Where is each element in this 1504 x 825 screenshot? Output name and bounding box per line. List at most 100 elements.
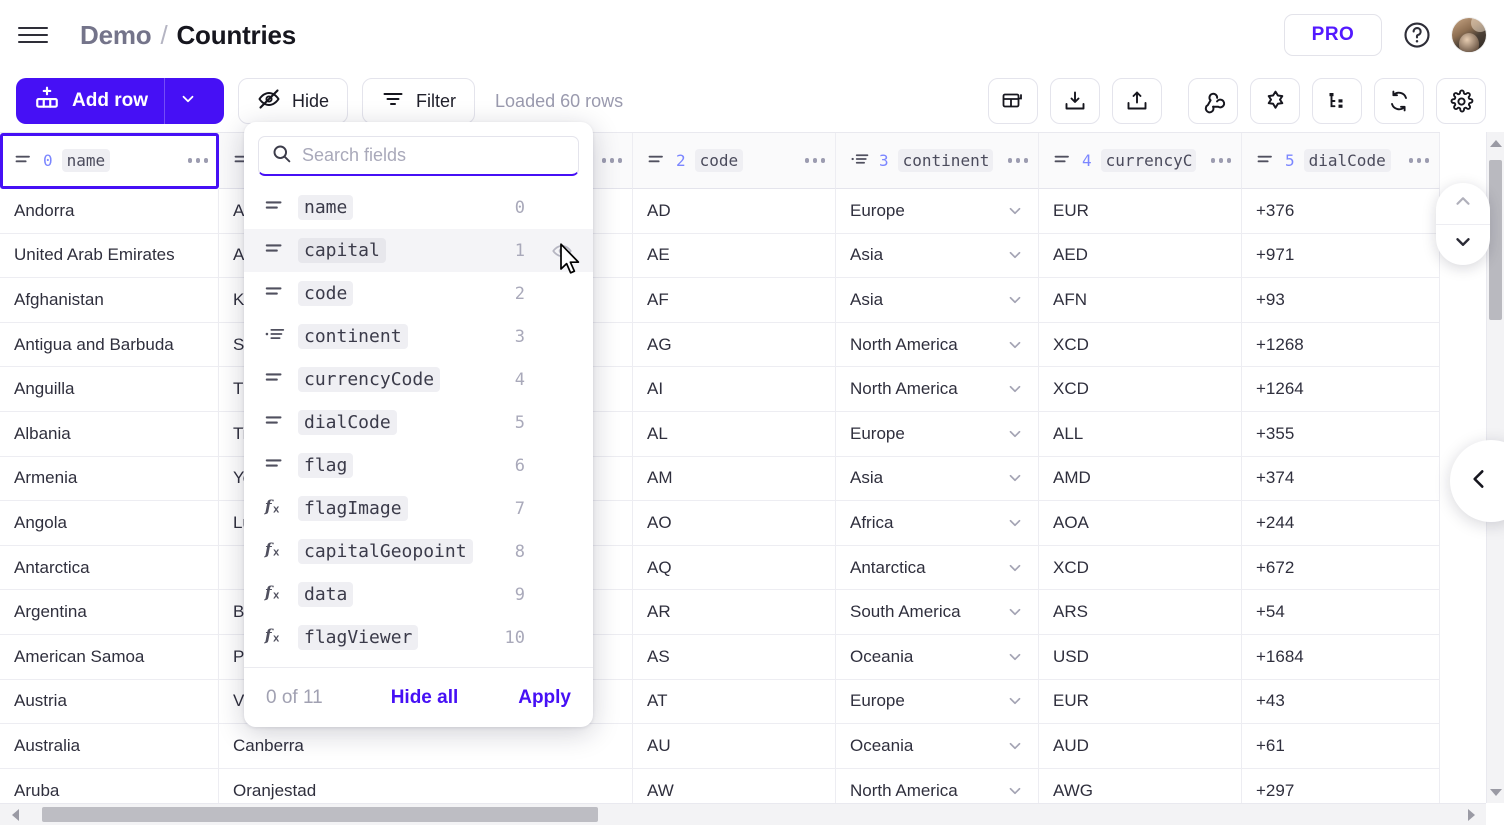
- apply-button[interactable]: Apply: [518, 687, 571, 709]
- cell-code[interactable]: AU: [633, 724, 836, 769]
- chevron-down-icon[interactable]: [1006, 246, 1024, 264]
- toggle-visibility-eye-icon[interactable]: [549, 240, 575, 262]
- table-layout-icon[interactable]: [988, 78, 1038, 124]
- search-fields-box[interactable]: [258, 136, 579, 176]
- field-item-dialcode[interactable]: dialCode5: [244, 401, 593, 444]
- cell-dialCode[interactable]: +672: [1242, 546, 1440, 591]
- cell-dialCode[interactable]: +1268: [1242, 323, 1440, 368]
- table-row[interactable]: American SamoaPago PagoASOceaniaUSD+1684: [0, 635, 1440, 680]
- chevron-down-icon[interactable]: [1006, 692, 1024, 710]
- hide-all-button[interactable]: Hide all: [391, 687, 459, 709]
- field-item-currencycode[interactable]: currencyCode4: [244, 358, 593, 401]
- cell-name[interactable]: Angola: [0, 501, 219, 546]
- cell-code[interactable]: AE: [633, 234, 836, 279]
- webhook-icon[interactable]: [1188, 78, 1238, 124]
- cell-name[interactable]: Armenia: [0, 457, 219, 502]
- gear-settings-icon[interactable]: [1436, 78, 1486, 124]
- column-menu-icon[interactable]: [182, 158, 209, 163]
- cell-continent[interactable]: South America: [836, 590, 1039, 635]
- cell-code[interactable]: AT: [633, 680, 836, 725]
- chevron-down-icon[interactable]: [1006, 559, 1024, 577]
- search-fields-input[interactable]: [302, 145, 566, 166]
- cell-currencyCode[interactable]: USD: [1039, 635, 1242, 680]
- scrollbar-left-arrow-icon[interactable]: [4, 804, 26, 825]
- cell-continent[interactable]: Europe: [836, 680, 1039, 725]
- cell-name[interactable]: Australia: [0, 724, 219, 769]
- cell-dialCode[interactable]: +374: [1242, 457, 1440, 502]
- table-row[interactable]: AustriaViennaATEuropeEUR+43: [0, 680, 1440, 725]
- cell-code[interactable]: AO: [633, 501, 836, 546]
- cell-code[interactable]: AL: [633, 412, 836, 457]
- add-row-button[interactable]: Add row: [16, 78, 224, 124]
- pro-button[interactable]: PRO: [1284, 14, 1382, 56]
- chevron-down-icon[interactable]: [1006, 380, 1024, 398]
- cell-continent[interactable]: Europe: [836, 412, 1039, 457]
- upload-share-icon[interactable]: [1112, 78, 1162, 124]
- cell-continent[interactable]: Europe: [836, 189, 1039, 234]
- cell-dialCode[interactable]: +61: [1242, 724, 1440, 769]
- cell-continent[interactable]: Asia: [836, 278, 1039, 323]
- hamburger-menu-icon[interactable]: [16, 18, 50, 52]
- cell-name[interactable]: Argentina: [0, 590, 219, 635]
- cell-code[interactable]: AR: [633, 590, 836, 635]
- scrollbar-down-arrow-icon[interactable]: [1487, 781, 1504, 803]
- column-header-continent[interactable]: 3continent: [836, 133, 1039, 189]
- horizontal-scrollbar[interactable]: [0, 803, 1486, 825]
- cell-code[interactable]: AI: [633, 367, 836, 412]
- cell-dialCode[interactable]: +93: [1242, 278, 1440, 323]
- cell-name[interactable]: Anguilla: [0, 367, 219, 412]
- cell-currencyCode[interactable]: AUD: [1039, 724, 1242, 769]
- cell-currencyCode[interactable]: EUR: [1039, 680, 1242, 725]
- cell-dialCode[interactable]: +54: [1242, 590, 1440, 635]
- cell-currencyCode[interactable]: XCD: [1039, 323, 1242, 368]
- table-row[interactable]: ArgentinaBuenos AiresARSouth AmericaARS+…: [0, 590, 1440, 635]
- field-item-name[interactable]: name0: [244, 186, 593, 229]
- sync-refresh-icon[interactable]: [1374, 78, 1424, 124]
- cell-dialCode[interactable]: +355: [1242, 412, 1440, 457]
- cell-name[interactable]: Antarctica: [0, 546, 219, 591]
- table-row[interactable]: United Arab EmiratesAbu DhabiAEAsiaAED+9…: [0, 234, 1440, 279]
- horizontal-scrollbar-thumb[interactable]: [42, 807, 598, 822]
- field-item-capitalgeopoint[interactable]: fxcapitalGeopoint8: [244, 530, 593, 573]
- cell-name[interactable]: Albania: [0, 412, 219, 457]
- column-menu-icon[interactable]: [799, 158, 826, 163]
- cell-continent[interactable]: Asia: [836, 234, 1039, 279]
- cell-capital[interactable]: Canberra: [219, 724, 633, 769]
- table-row[interactable]: AndorraAndorra la VellaADEuropeEUR+376: [0, 189, 1440, 234]
- hierarchy-tree-icon[interactable]: [1312, 78, 1362, 124]
- filter-button[interactable]: Filter: [362, 78, 475, 124]
- scrollbar-up-arrow-icon[interactable]: [1487, 132, 1504, 154]
- cell-continent[interactable]: Oceania: [836, 635, 1039, 680]
- cell-continent[interactable]: Africa: [836, 501, 1039, 546]
- cell-continent[interactable]: Oceania: [836, 724, 1039, 769]
- cell-name[interactable]: Afghanistan: [0, 278, 219, 323]
- table-row[interactable]: Antigua and BarbudaSaint John'sAGNorth A…: [0, 323, 1440, 368]
- chevron-down-icon[interactable]: [1006, 782, 1024, 800]
- cell-name[interactable]: United Arab Emirates: [0, 234, 219, 279]
- table-row[interactable]: AfghanistanKabulAFAsiaAFN+93: [0, 278, 1440, 323]
- field-item-data[interactable]: fxdata9: [244, 573, 593, 616]
- cell-currencyCode[interactable]: XCD: [1039, 367, 1242, 412]
- table-row[interactable]: AustraliaCanberraAUOceaniaAUD+61: [0, 724, 1440, 769]
- cell-name[interactable]: American Samoa: [0, 635, 219, 680]
- cell-currencyCode[interactable]: EUR: [1039, 189, 1242, 234]
- column-menu-icon[interactable]: [1403, 158, 1430, 163]
- table-row[interactable]: ArmeniaYerevanAMAsiaAMD+374: [0, 457, 1440, 502]
- chevron-down-icon[interactable]: [1006, 514, 1024, 532]
- add-row-caret-button[interactable]: [164, 78, 210, 124]
- chevron-down-icon[interactable]: [1006, 469, 1024, 487]
- add-row-main[interactable]: Add row: [16, 78, 164, 124]
- table-row[interactable]: AnguillaThe ValleyAINorth AmericaXCD+126…: [0, 367, 1440, 412]
- cell-currencyCode[interactable]: ALL: [1039, 412, 1242, 457]
- chevron-down-icon[interactable]: [1006, 648, 1024, 666]
- column-header-currencyc[interactable]: 4currencyC: [1039, 133, 1242, 189]
- chevron-down-icon[interactable]: [1006, 336, 1024, 354]
- cell-name[interactable]: Austria: [0, 680, 219, 725]
- avatar[interactable]: [1452, 18, 1486, 52]
- table-row[interactable]: AntarcticaAQAntarcticaXCD+672: [0, 546, 1440, 591]
- cell-dialCode[interactable]: +971: [1242, 234, 1440, 279]
- cell-currencyCode[interactable]: XCD: [1039, 546, 1242, 591]
- chevron-down-icon[interactable]: [1006, 603, 1024, 621]
- cell-name[interactable]: Antigua and Barbuda: [0, 323, 219, 368]
- cell-dialCode[interactable]: +1684: [1242, 635, 1440, 680]
